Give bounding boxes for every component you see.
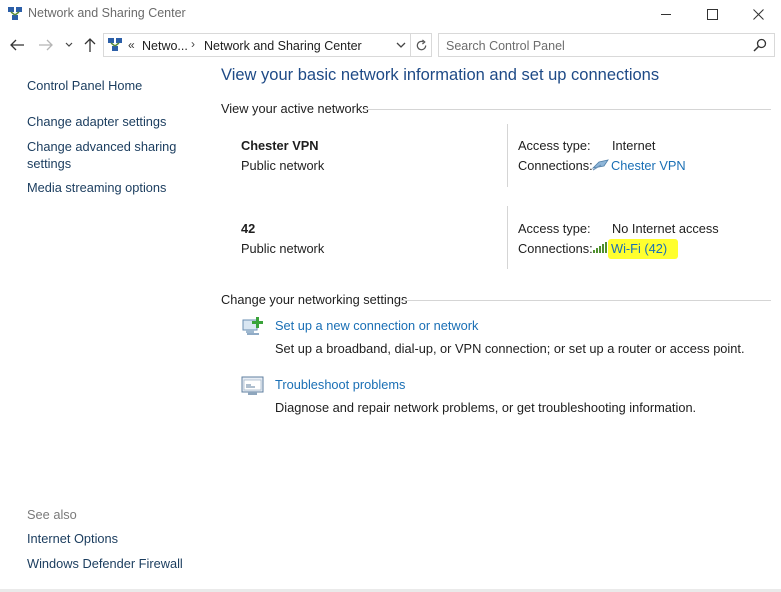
chevron-down-icon [65,42,73,47]
new-connection-icon [242,317,263,335]
title-bar: Network and Sharing Center [0,0,781,28]
wifi-signal-icon [593,242,607,253]
vpn-icon [592,159,609,171]
arrow-right-icon [39,39,53,51]
troubleshoot-link[interactable]: Troubleshoot problems [275,377,405,392]
troubleshoot-icon [241,376,264,395]
breadcrumb-current[interactable]: Network and Sharing Center [204,39,362,53]
page-title: View your basic network information and … [221,66,660,84]
back-button[interactable] [6,35,28,55]
recent-locations-button[interactable] [62,35,76,55]
search-input[interactable]: Search Control Panel [438,33,775,57]
up-button[interactable] [80,35,100,55]
section-divider [401,300,771,301]
forward-button[interactable] [35,35,57,55]
access-type-value-1: Internet [612,138,656,153]
address-dropdown-icon[interactable] [394,38,408,52]
access-type-label-1: Access type: [518,138,591,153]
sidebar-item-media-streaming[interactable]: Media streaming options [27,179,166,196]
search-icon[interactable] [753,38,767,52]
navigation-bar: « Netwo... › Network and Sharing Center … [0,31,781,59]
control-panel-icon [108,38,122,51]
setup-connection-link[interactable]: Set up a new connection or network [275,318,478,333]
connection-link-wifi[interactable]: Wi-Fi (42) [611,241,667,256]
sidebar-item-advanced-sharing[interactable]: Change advanced sharing settings [27,138,177,172]
arrow-left-icon [10,39,24,51]
sidebar-item-firewall[interactable]: Windows Defender Firewall [27,555,183,572]
network-name-1: Chester VPN [241,138,319,153]
connection-link-vpn[interactable]: Chester VPN [611,158,686,173]
refresh-icon [416,38,427,50]
access-type-value-2: No Internet access [612,221,719,236]
network-category-2-label: Public network [241,241,325,256]
access-type-label-2: Access type: [518,221,591,236]
close-icon [752,8,764,20]
maximize-icon [706,8,718,20]
sidebar-item-adapter-settings[interactable]: Change adapter settings [27,113,166,130]
network-name-2: 42 [241,221,256,236]
network-category-1[interactable]: Public network [241,158,324,173]
breadcrumb-network[interactable]: Netwo... [142,39,188,53]
breadcrumb-overflow[interactable]: « [128,38,135,52]
sidebar-item-internet-options[interactable]: Internet Options [27,530,118,547]
close-button[interactable] [735,0,781,28]
minimize-icon [661,14,671,15]
network-category-2[interactable]: Public network [241,241,324,256]
minimize-button[interactable] [643,0,689,28]
connections-label-2: Connections: [518,241,593,256]
refresh-button[interactable] [410,34,432,56]
breadcrumb-separator[interactable]: › [191,37,195,51]
window-title: Network and Sharing Center [28,6,186,20]
maximize-button[interactable] [689,0,735,28]
network-center-icon [8,7,22,20]
network-divider-2 [507,206,508,269]
search-placeholder: Search Control Panel [446,39,565,53]
sidebar-item-control-panel-home[interactable]: Control Panel Home [27,77,142,94]
troubleshoot-description: Diagnose and repair network problems, or… [275,400,697,415]
see-also-heading: See also [27,507,77,522]
connections-label-1: Connections: [518,158,593,173]
address-bar[interactable]: « Netwo... › Network and Sharing Center [103,33,432,57]
setup-connection-description: Set up a broadband, dial-up, or VPN conn… [275,341,745,356]
network-divider-1 [507,124,508,187]
section-divider [364,109,771,110]
arrow-up-icon [84,38,96,52]
network-category-1-label: Public network [241,158,325,173]
active-networks-heading: View your active networks [221,101,369,116]
networking-settings-heading: Change your networking settings [221,292,408,307]
